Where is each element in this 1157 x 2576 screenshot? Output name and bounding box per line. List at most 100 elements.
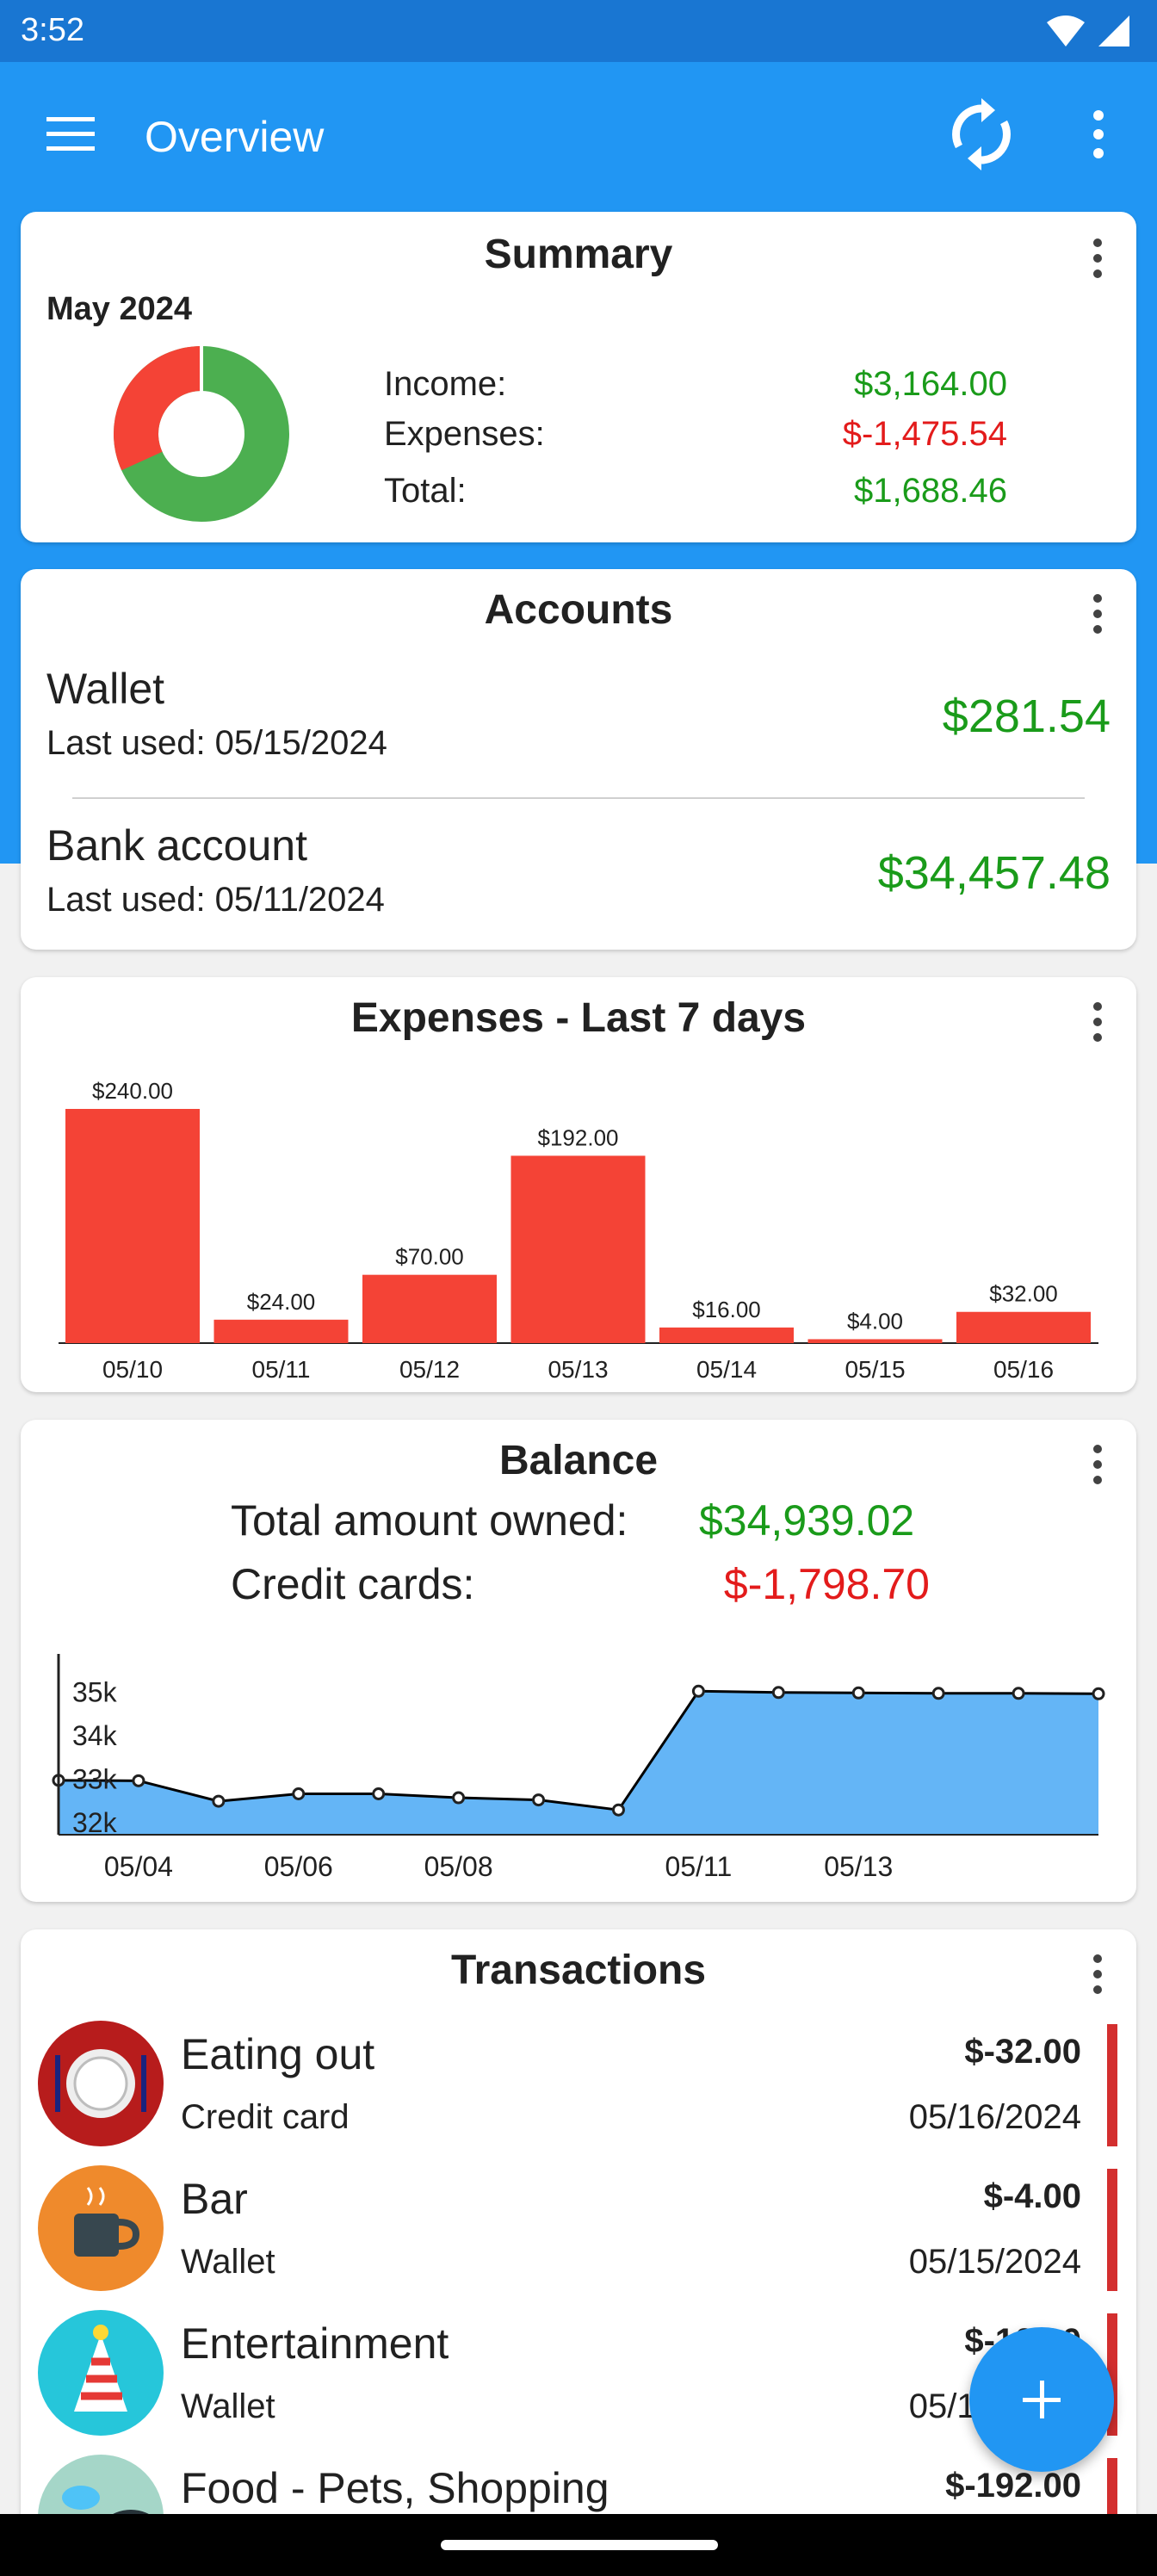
income-value: $3,164.00 [854,365,1007,403]
transaction-row[interactable]: Bar Wallet $-4.00 05/15/2024 [21,2158,1136,2303]
balance-point [1092,1687,1105,1700]
transaction-date: 05/16/2024 [908,2098,1081,2136]
account-name: Bank account [46,821,307,870]
status-bar: 3:52 [0,0,1157,62]
transactions-title: Transactions [450,1947,707,1993]
x-tick-label: 05/11 [665,1851,733,1882]
y-tick-label: 32k [72,1807,118,1838]
total-label: Total: [384,472,467,510]
x-tick-label: 05/10 [102,1356,163,1383]
expenses-label: Expenses: [384,415,545,453]
bar-value-label: $240.00 [92,1078,173,1104]
balance-point [771,1686,785,1700]
accounts-menu-icon[interactable] [1085,588,1111,640]
app-bar: Overview [0,62,1157,207]
transaction-category: Bar [181,2175,248,2223]
mug-icon [38,2165,164,2291]
x-tick-label: 05/08 [424,1851,493,1882]
y-tick-label: 35k [72,1676,118,1707]
balance-point [292,1787,306,1801]
transaction-expense-marker [1107,2024,1117,2146]
account-balance: $34,457.48 [877,847,1111,899]
transaction-category: Eating out [181,2030,375,2078]
y-tick-label: 34k [72,1720,118,1751]
balance-point [452,1791,466,1805]
account-divider [72,797,1085,799]
expenses-card: Expenses - Last 7 days $240.00 05/10 $24.0… [21,977,1136,1392]
balance-point [532,1793,546,1807]
bar-value-label: $70.00 [395,1244,464,1270]
balance-point [931,1687,945,1700]
balance-point [372,1787,386,1801]
balance-point [132,1774,145,1787]
x-tick-label: 05/06 [264,1851,333,1882]
account-row-bank[interactable]: Bank account Last used: 05/11/2024 $34,4… [21,812,1136,941]
transaction-expense-marker [1107,2169,1117,2291]
summary-card: Summary May 2024 Income: $3,164.00 Expen… [21,212,1136,542]
x-tick-label: 05/16 [993,1356,1054,1383]
x-tick-label: 05/14 [696,1356,757,1383]
summary-period: May 2024 [46,291,193,327]
plus-icon [1023,2381,1061,2418]
home-gesture-handle[interactable] [441,2540,718,2550]
transaction-account: Wallet [181,2387,275,2425]
balance-card: Balance Total amount owned: $34,939.02 C… [21,1420,1136,1902]
transaction-account: Credit card [181,2098,350,2136]
summary-donut-chart [114,344,289,522]
balance-point [691,1684,705,1698]
x-tick-label: 05/13 [548,1356,608,1383]
account-last-used: Last used: 05/15/2024 [46,724,387,762]
account-name: Wallet [46,665,165,713]
summary-menu-icon[interactable] [1085,232,1111,284]
total-value: $1,688.46 [854,472,1007,510]
bar-value-label: $32.00 [989,1281,1058,1307]
page-title: Overview [145,113,325,161]
sync-icon[interactable] [947,96,1016,172]
transaction-amount: $-192.00 [945,2467,1081,2505]
transaction-account: Wallet [181,2243,275,2281]
bar-value-label: $24.00 [247,1289,316,1315]
x-tick-label: 05/04 [104,1851,173,1882]
transactions-menu-icon[interactable] [1085,1948,1111,2000]
status-icons [1045,14,1131,48]
more-options-icon[interactable] [1081,107,1116,162]
expense-bar [213,1319,349,1343]
balance-area-chart: 35k 34k 33k 32k 05/04 05/06 05/08 05/11 05/13 [52,1654,1105,1882]
expense-bar [956,1311,1091,1343]
expense-bar [659,1327,794,1343]
transaction-category: Entertainment [181,2319,449,2368]
balance-point [851,1686,865,1700]
party-hat-icon [38,2310,164,2436]
expense-bar [362,1274,497,1343]
expense-bar [510,1155,646,1343]
transaction-amount: $-4.00 [983,2177,1081,2215]
bar-value-label: $16.00 [692,1297,761,1322]
balance-area-fill [59,1691,1098,1835]
transaction-amount: $-32.00 [964,2033,1081,2071]
balance-point [1012,1687,1025,1700]
summary-title: Summary [484,232,673,277]
expenses-bar-chart: $240.00 05/10 $24.00 05/11 $70.00 05/12 $192.0… [59,1078,1098,1383]
account-last-used: Last used: 05/11/2024 [46,881,385,919]
expense-bar [807,1339,943,1343]
transaction-category: Food - Pets, Shopping [181,2464,609,2512]
transaction-date: 05/15/2024 [908,2243,1081,2281]
account-balance: $281.54 [942,690,1111,742]
x-tick-label: 05/12 [399,1356,460,1383]
income-label: Income: [384,365,507,403]
wifi-icon [1047,15,1085,46]
balance-point [212,1794,226,1808]
menu-icon[interactable] [43,114,98,155]
add-transaction-button[interactable] [969,2327,1114,2472]
x-tick-label: 05/15 [845,1356,905,1383]
pet-bowl-icon [38,2455,164,2515]
account-row-wallet[interactable]: Wallet Last used: 05/15/2024 $281.54 [21,655,1136,784]
plate-icon [38,2021,164,2146]
system-navigation-bar [0,2514,1157,2576]
x-tick-label: 05/13 [824,1851,893,1882]
expense-bar [65,1109,200,1343]
x-tick-label: 05/11 [252,1356,311,1383]
transaction-row[interactable]: Eating out Credit card $-32.00 05/16/202… [21,2014,1136,2158]
balance-point [611,1803,625,1817]
accounts-title: Accounts [484,587,673,633]
